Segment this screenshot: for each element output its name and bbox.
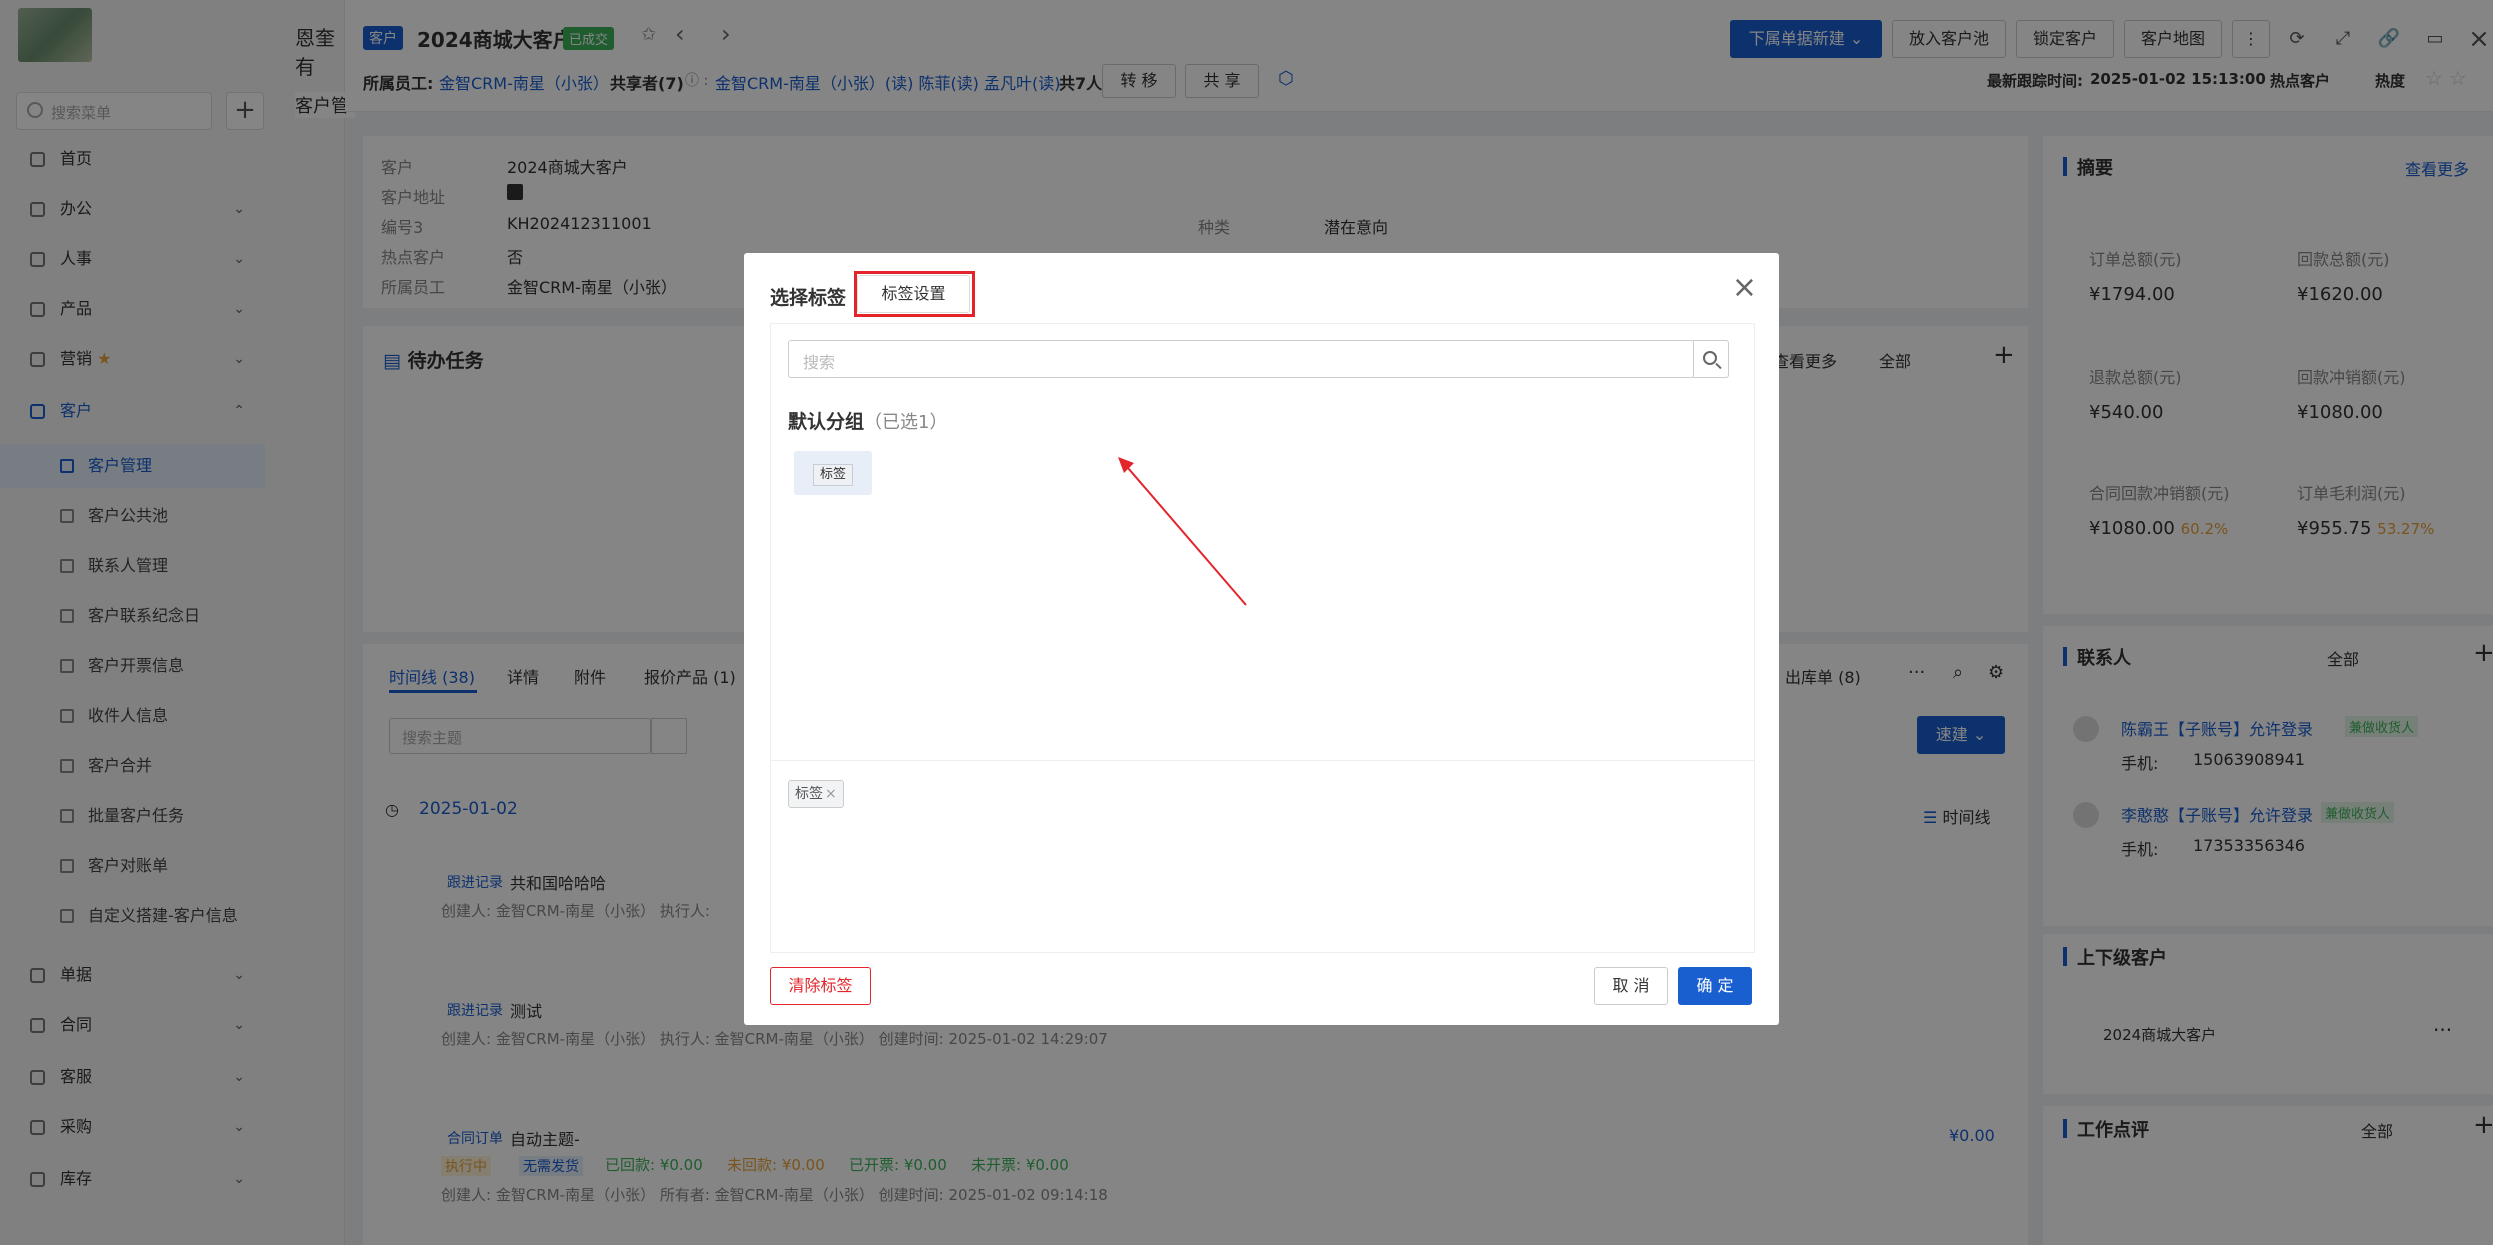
cancel-button[interactable]: 取 消	[1594, 967, 1668, 1005]
tag-option[interactable]: 标签	[794, 451, 872, 495]
tag-search-input[interactable]: 搜索	[788, 340, 1694, 378]
highlight-box	[854, 271, 975, 317]
dialog-title: 选择标签	[770, 287, 847, 309]
selected-tag-chip[interactable]: 标签 ×	[788, 780, 844, 808]
select-tag-dialog: 选择标签 标签设置 × 搜索 默认分组（已选1） 标签 标签 × 清除标签 取 消…	[744, 253, 1779, 1025]
annotation-arrow	[1118, 457, 1247, 606]
confirm-button[interactable]: 确 定	[1678, 967, 1752, 1005]
close-icon[interactable]: ×	[1732, 273, 1757, 303]
divider	[771, 760, 1754, 761]
tag-group-count: （已选1）	[864, 412, 948, 433]
tag-group-title: 默认分组（已选1）	[788, 411, 948, 433]
clear-tags-button[interactable]: 清除标签	[770, 967, 871, 1005]
sidebar-backdrop[interactable]	[0, 0, 345, 1245]
remove-icon[interactable]: ×	[825, 786, 837, 802]
tag-search-button[interactable]	[1693, 340, 1729, 378]
